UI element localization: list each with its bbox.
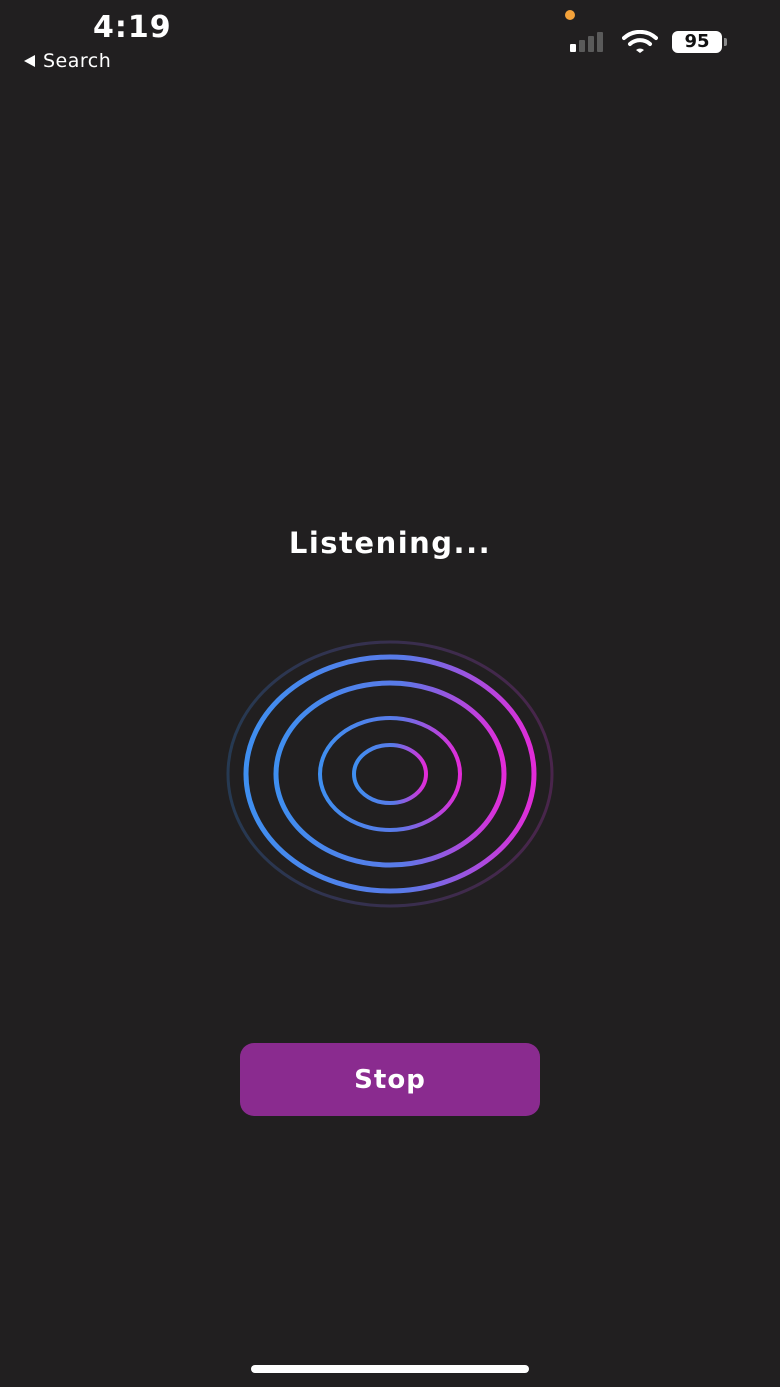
status-time: 4:19 [93, 10, 172, 45]
home-indicator[interactable] [251, 1365, 529, 1373]
wifi-icon [622, 30, 658, 53]
sound-wave-rings-icon [226, 640, 554, 908]
stop-button[interactable]: Stop [240, 1043, 540, 1116]
cellular-signal-icon [570, 32, 603, 52]
back-link-label: Search [43, 50, 112, 72]
microphone-in-use-indicator [565, 10, 575, 20]
back-to-search-link[interactable]: Search [24, 50, 111, 72]
battery-cap [724, 38, 727, 46]
status-bar: 4:19 Search 95 [0, 0, 780, 80]
listening-status-text: Listening... [288, 526, 492, 560]
battery-level: 95 [684, 31, 710, 52]
back-arrow-icon [24, 55, 35, 67]
battery-icon: 95 [672, 31, 722, 53]
